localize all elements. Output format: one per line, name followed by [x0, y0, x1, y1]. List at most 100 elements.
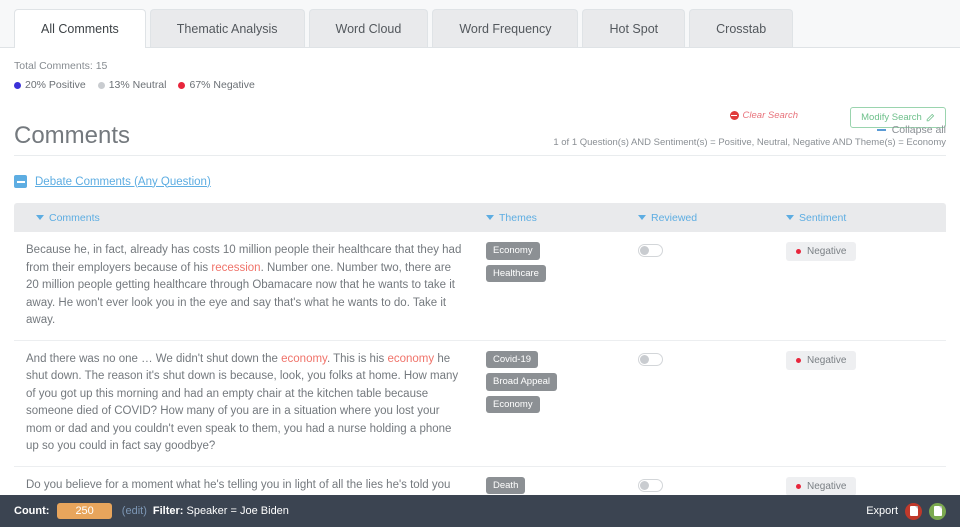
- column-header-sentiment[interactable]: Sentiment: [786, 212, 946, 224]
- comment-group-link[interactable]: Debate Comments (Any Question): [35, 176, 211, 188]
- filter-summary-text: 1 of 1 Question(s) AND Sentiment(s) = Po…: [553, 137, 946, 148]
- status-badge[interactable]: Negative: [786, 350, 857, 370]
- column-header-sentiment-label: Sentiment: [799, 211, 847, 224]
- comment-group-header: Debate Comments (Any Question): [14, 175, 211, 188]
- sentiment-dot-icon: [796, 483, 801, 489]
- legend-item: 20% Positive: [14, 79, 86, 91]
- column-header-reviewed[interactable]: Reviewed: [638, 212, 786, 224]
- reviewed-toggle[interactable]: [638, 478, 663, 492]
- tab-label: Word Cloud: [335, 21, 402, 36]
- tab-label: Thematic Analysis: [176, 21, 278, 36]
- tab-word-frequency[interactable]: Word Frequency: [432, 9, 579, 47]
- column-header-reviewed-label: Reviewed: [651, 211, 698, 224]
- filter-status-text: Filter: Speaker = Joe Biden: [153, 505, 289, 517]
- status-badge[interactable]: Negative: [786, 242, 857, 261]
- tab-label: All Comments: [41, 22, 119, 36]
- comment-text-segment: he shut down. The reason it's shut down …: [26, 352, 459, 453]
- sentiment-cell: Negative: [786, 242, 946, 330]
- caret-down-icon: [638, 215, 646, 220]
- column-header-comments[interactable]: Comments: [14, 212, 486, 224]
- comment-text: And there was no one … We didn't shut do…: [14, 351, 486, 456]
- tab-thematic-analysis[interactable]: Thematic Analysis: [149, 9, 305, 47]
- collapse-group-icon[interactable]: [14, 175, 27, 188]
- sentiment-dot-icon: [796, 357, 801, 363]
- edit-filter-link[interactable]: (edit): [122, 505, 147, 517]
- summary-strip: Total Comments: 15 20% Positive 13% Neutr…: [0, 48, 960, 156]
- tab-all-comments[interactable]: All Comments: [14, 9, 146, 48]
- collapse-all-label: Collapse all: [891, 124, 946, 136]
- export-excel-icon[interactable]: [929, 502, 946, 520]
- total-comments-label: Total Comments: 15: [14, 60, 108, 72]
- table-body: Because he, in fact, already has costs 1…: [14, 232, 946, 527]
- theme-tag[interactable]: Economy: [486, 395, 540, 413]
- collapse-all-button[interactable]: Collapse all: [876, 124, 946, 136]
- clear-search-label: Clear Search: [742, 110, 798, 121]
- comments-page: All Comments Thematic Analysis Word Cloud W…: [0, 0, 960, 527]
- tab-label: Word Frequency: [459, 21, 552, 36]
- caret-down-icon: [36, 215, 44, 220]
- table-header-row: Comments Themes Reviewed Sentiment: [14, 203, 946, 232]
- tab-label: Hot Spot: [609, 21, 659, 36]
- comments-table: Comments Themes Reviewed Sentiment Becau…: [14, 203, 946, 527]
- table-row: And there was no one … We didn't shut do…: [14, 340, 946, 467]
- export-pdf-icon[interactable]: [905, 502, 922, 520]
- legend-dot-icon: [178, 81, 186, 89]
- filter-status-prefix: Filter:: [152, 505, 184, 517]
- filter-status-value: Speaker = Joe Biden: [186, 505, 289, 517]
- reviewed-cell: [638, 351, 786, 456]
- export-label: Export: [866, 505, 898, 517]
- clear-search-button[interactable]: Clear Search: [729, 110, 798, 121]
- theme-tag-list: Covid-19 Broad Appeal Economy: [486, 350, 638, 456]
- legend-label: 13% Neutral: [108, 79, 167, 91]
- summary-divider: [14, 155, 946, 156]
- reviewed-toggle[interactable]: [638, 352, 663, 366]
- export-controls: Export: [866, 502, 946, 520]
- comment-text-segment: . This is his: [326, 352, 388, 365]
- highlighted-term: recession: [211, 261, 261, 274]
- bottom-status-bar: Count: 250 (edit) Filter: Speaker = Joe …: [0, 495, 960, 527]
- count-label: Count:: [14, 505, 50, 517]
- column-header-themes-label: Themes: [499, 211, 537, 224]
- modify-search-label: Modify Search: [861, 112, 922, 123]
- theme-tag[interactable]: Death: [486, 476, 526, 494]
- legend-item: 13% Neutral: [97, 79, 167, 91]
- theme-tag[interactable]: Covid-19: [486, 350, 539, 368]
- legend-label: 67% Negative: [189, 79, 255, 91]
- edit-pencil-icon: [926, 113, 935, 122]
- caret-down-icon: [486, 215, 494, 220]
- tab-word-cloud[interactable]: Word Cloud: [308, 9, 429, 47]
- theme-tag-list: Economy Healthcare: [486, 242, 638, 330]
- reviewed-cell: [638, 242, 786, 330]
- highlighted-term: economy: [387, 352, 435, 365]
- legend-label: 20% Positive: [25, 79, 86, 91]
- column-header-themes[interactable]: Themes: [486, 212, 638, 224]
- minus-circle-icon: [729, 111, 739, 120]
- sentiment-legend: 20% Positive 13% Neutral 67% Negative: [14, 79, 261, 91]
- count-value-pill[interactable]: 250: [57, 503, 112, 519]
- sentiment-label: Negative: [807, 480, 847, 492]
- caret-down-icon: [786, 215, 794, 220]
- legend-dot-icon: [14, 81, 21, 89]
- legend-dot-icon: [97, 81, 105, 89]
- status-badge[interactable]: Negative: [786, 476, 857, 496]
- sentiment-label: Negative: [807, 246, 847, 257]
- theme-tag[interactable]: Broad Appeal: [486, 373, 558, 391]
- reviewed-toggle[interactable]: [638, 244, 663, 257]
- sentiment-dot-icon: [796, 249, 801, 254]
- page-title: Comments: [14, 122, 131, 149]
- table-row: Because he, in fact, already has costs 1…: [14, 232, 946, 341]
- comment-text: Because he, in fact, already has costs 1…: [14, 242, 486, 330]
- highlighted-term: economy: [281, 352, 327, 365]
- comment-text-segment: And there was no one … We didn't shut do…: [26, 352, 282, 365]
- tab-hot-spot[interactable]: Hot Spot: [582, 9, 686, 47]
- minus-dash-icon: [876, 129, 886, 131]
- sentiment-cell: Negative: [786, 350, 946, 456]
- sentiment-label: Negative: [807, 354, 847, 366]
- theme-tag[interactable]: Healthcare: [486, 264, 546, 282]
- tab-bar: All Comments Thematic Analysis Word Cloud W…: [0, 0, 960, 48]
- tab-label: Crosstab: [716, 21, 767, 36]
- tab-crosstab[interactable]: Crosstab: [689, 9, 794, 47]
- theme-tag[interactable]: Economy: [486, 242, 540, 260]
- legend-item: 67% Negative: [178, 79, 255, 91]
- column-header-comments-label: Comments: [49, 211, 100, 224]
